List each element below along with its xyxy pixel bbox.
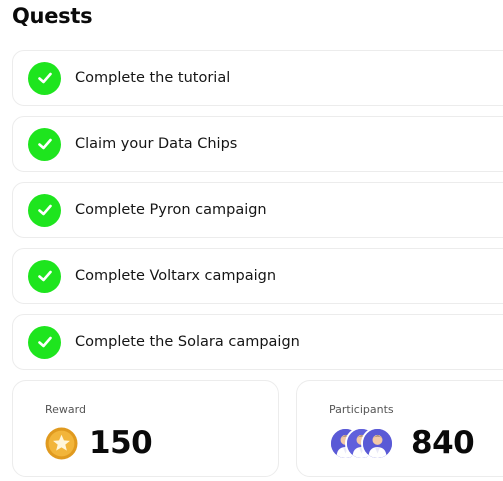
quest-item-solara[interactable]: Complete the Solara campaign [12,314,503,370]
quest-item-pyron[interactable]: Complete Pyron campaign [12,182,503,238]
avatar [361,426,394,460]
participants-value: 840 [411,425,475,461]
participants-row: 840 [329,425,475,461]
quest-item-data-chips[interactable]: Claim your Data Chips [12,116,503,172]
quest-item-tutorial[interactable]: Complete the tutorial [12,50,503,106]
quest-label: Complete Pyron campaign [75,202,267,218]
participants-label: Participants [329,403,394,416]
reward-row: 150 [45,425,153,461]
quest-item-voltarx[interactable]: Complete Voltarx campaign [12,248,503,304]
participant-avatars [329,426,395,460]
quest-label: Complete the Solara campaign [75,334,300,350]
reward-value: 150 [89,425,153,461]
page-title: Quests [12,4,93,28]
reward-card: Reward 150 [12,380,279,477]
check-circle-icon [28,61,61,95]
quest-label: Claim your Data Chips [75,136,238,152]
check-circle-icon [28,259,61,293]
gold-star-coin-icon [45,427,78,460]
check-circle-icon [28,325,61,359]
quests-page: Quests Complete the tutorial Claim your … [0,0,503,481]
reward-label: Reward [45,403,86,416]
quest-label: Complete Voltarx campaign [75,268,277,284]
quest-list: Complete the tutorial Claim your Data Ch… [12,50,503,380]
participants-card: Participants 840 [296,380,503,477]
check-circle-icon [28,193,61,227]
check-circle-icon [28,127,61,161]
quest-label: Complete the tutorial [75,70,231,86]
